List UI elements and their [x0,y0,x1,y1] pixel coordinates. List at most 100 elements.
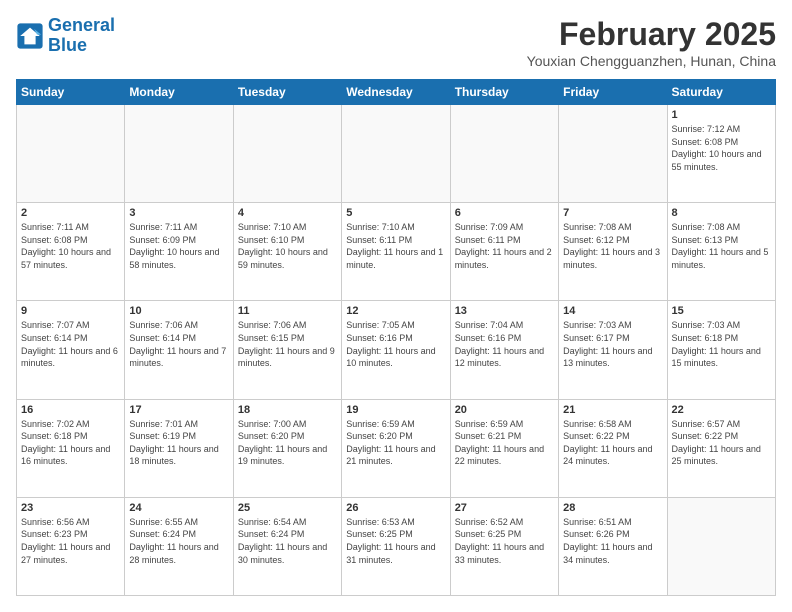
title-block: February 2025 Youxian Chengguanzhen, Hun… [527,16,776,69]
day-number: 22 [672,404,771,416]
day-cell: 11 Sunrise: 7:06 AM Sunset: 6:15 PM Dayli… [233,301,341,399]
day-number: 23 [21,502,120,514]
day-number: 1 [672,109,771,121]
weekday-sunday: Sunday [17,80,125,105]
day-info: Sunrise: 6:58 AM Sunset: 6:22 PM Dayligh… [563,418,662,468]
day-number: 14 [563,305,662,317]
day-cell: 13Sunrise: 7:04 AM Sunset: 6:16 PM Dayli… [450,301,558,399]
day-cell: 10 Sunrise: 7:06 AM Sunset: 6:14 PM Dayli… [125,301,233,399]
day-cell: 23 Sunrise: 6:56 AM Sunset: 6:23 PM Dayli… [17,497,125,595]
day-cell: 22 Sunrise: 6:57 AM Sunset: 6:22 PM Dayli… [667,399,775,497]
day-number: 4 [238,207,337,219]
day-cell: 24 Sunrise: 6:55 AM Sunset: 6:24 PM Dayli… [125,497,233,595]
week-row-4: 16 Sunrise: 7:02 AM Sunset: 6:18 PM Dayli… [17,399,776,497]
weekday-header-row: SundayMondayTuesdayWednesdayThursdayFrid… [17,80,776,105]
day-number: 15 [672,305,771,317]
day-number: 5 [346,207,445,219]
day-cell [125,105,233,203]
day-cell: 8 Sunrise: 7:08 AM Sunset: 6:13 PM Daylig… [667,203,775,301]
day-number: 8 [672,207,771,219]
day-cell: 20 Sunrise: 6:59 AM Sunset: 6:21 PM Dayli… [450,399,558,497]
day-cell: 17 Sunrise: 7:01 AM Sunset: 6:19 PM Dayli… [125,399,233,497]
day-info: Sunrise: 6:52 AM Sunset: 6:25 PM Dayligh… [455,516,554,566]
day-cell [667,497,775,595]
logo-blue: Blue [48,36,115,56]
day-number: 16 [21,404,120,416]
day-number: 7 [563,207,662,219]
calendar-header: SundayMondayTuesdayWednesdayThursdayFrid… [17,80,776,105]
logo-icon [16,22,44,50]
day-info: Sunrise: 7:07 AM Sunset: 6:14 PM Dayligh… [21,319,120,369]
weekday-tuesday: Tuesday [233,80,341,105]
day-info: Sunrise: 6:57 AM Sunset: 6:22 PM Dayligh… [672,418,771,468]
day-info: Sunrise: 6:51 AM Sunset: 6:26 PM Dayligh… [563,516,662,566]
day-cell [450,105,558,203]
day-info: Sunrise: 7:03 AM Sunset: 6:17 PM Dayligh… [563,319,662,369]
day-info: Sunrise: 6:53 AM Sunset: 6:25 PM Dayligh… [346,516,445,566]
day-number: 13 [455,305,554,317]
day-cell: 7Sunrise: 7:08 AM Sunset: 6:12 PM Daylig… [559,203,667,301]
day-cell [233,105,341,203]
day-number: 9 [21,305,120,317]
day-cell: 5 Sunrise: 7:10 AM Sunset: 6:11 PM Daylig… [342,203,450,301]
day-info: Sunrise: 7:06 AM Sunset: 6:15 PM Dayligh… [238,319,337,369]
day-info: Sunrise: 7:05 AM Sunset: 6:16 PM Dayligh… [346,319,445,369]
day-cell: 14 Sunrise: 7:03 AM Sunset: 6:17 PM Dayli… [559,301,667,399]
day-cell: 2Sunrise: 7:11 AM Sunset: 6:08 PM Daylig… [17,203,125,301]
logo-general: General [48,15,115,35]
day-cell: 9 Sunrise: 7:07 AM Sunset: 6:14 PM Daylig… [17,301,125,399]
day-number: 11 [238,305,337,317]
day-info: Sunrise: 7:01 AM Sunset: 6:19 PM Dayligh… [129,418,228,468]
weekday-friday: Friday [559,80,667,105]
logo-text: General Blue [48,16,115,56]
day-cell: 3 Sunrise: 7:11 AM Sunset: 6:09 PM Daylig… [125,203,233,301]
header: General Blue February 2025 Youxian Cheng… [16,16,776,69]
day-cell: 27 Sunrise: 6:52 AM Sunset: 6:25 PM Dayli… [450,497,558,595]
day-info: Sunrise: 6:59 AM Sunset: 6:21 PM Dayligh… [455,418,554,468]
day-info: Sunrise: 6:56 AM Sunset: 6:23 PM Dayligh… [21,516,120,566]
day-info: Sunrise: 7:11 AM Sunset: 6:09 PM Dayligh… [129,221,228,271]
day-cell: 15 Sunrise: 7:03 AM Sunset: 6:18 PM Dayli… [667,301,775,399]
day-number: 27 [455,502,554,514]
day-cell [17,105,125,203]
day-number: 12 [346,305,445,317]
page: General Blue February 2025 Youxian Cheng… [0,0,792,612]
day-info: Sunrise: 7:02 AM Sunset: 6:18 PM Dayligh… [21,418,120,468]
day-number: 20 [455,404,554,416]
day-cell: 1 Sunrise: 7:12 AM Sunset: 6:08 PM Daylig… [667,105,775,203]
weekday-thursday: Thursday [450,80,558,105]
day-cell: 4Sunrise: 7:10 AM Sunset: 6:10 PM Daylig… [233,203,341,301]
calendar-body: 1 Sunrise: 7:12 AM Sunset: 6:08 PM Daylig… [17,105,776,596]
day-number: 21 [563,404,662,416]
day-cell: 16 Sunrise: 7:02 AM Sunset: 6:18 PM Dayli… [17,399,125,497]
day-number: 24 [129,502,228,514]
day-cell: 18Sunrise: 7:00 AM Sunset: 6:20 PM Dayli… [233,399,341,497]
day-number: 3 [129,207,228,219]
day-info: Sunrise: 7:03 AM Sunset: 6:18 PM Dayligh… [672,319,771,369]
day-cell: 25Sunrise: 6:54 AM Sunset: 6:24 PM Dayli… [233,497,341,595]
day-number: 6 [455,207,554,219]
day-number: 25 [238,502,337,514]
day-info: Sunrise: 7:11 AM Sunset: 6:08 PM Dayligh… [21,221,120,271]
month-year: February 2025 [527,16,776,53]
calendar-table: SundayMondayTuesdayWednesdayThursdayFrid… [16,79,776,596]
day-cell [559,105,667,203]
day-cell: 26Sunrise: 6:53 AM Sunset: 6:25 PM Dayli… [342,497,450,595]
week-row-1: 1 Sunrise: 7:12 AM Sunset: 6:08 PM Daylig… [17,105,776,203]
day-cell: 6Sunrise: 7:09 AM Sunset: 6:11 PM Daylig… [450,203,558,301]
weekday-saturday: Saturday [667,80,775,105]
day-info: Sunrise: 7:12 AM Sunset: 6:08 PM Dayligh… [672,123,771,173]
weekday-monday: Monday [125,80,233,105]
day-info: Sunrise: 7:08 AM Sunset: 6:13 PM Dayligh… [672,221,771,271]
day-info: Sunrise: 7:10 AM Sunset: 6:11 PM Dayligh… [346,221,445,271]
day-number: 18 [238,404,337,416]
day-number: 17 [129,404,228,416]
week-row-3: 9 Sunrise: 7:07 AM Sunset: 6:14 PM Daylig… [17,301,776,399]
logo: General Blue [16,16,115,56]
day-info: Sunrise: 6:55 AM Sunset: 6:24 PM Dayligh… [129,516,228,566]
location: Youxian Chengguanzhen, Hunan, China [527,53,776,69]
day-number: 10 [129,305,228,317]
week-row-5: 23 Sunrise: 6:56 AM Sunset: 6:23 PM Dayli… [17,497,776,595]
weekday-wednesday: Wednesday [342,80,450,105]
day-info: Sunrise: 7:06 AM Sunset: 6:14 PM Dayligh… [129,319,228,369]
